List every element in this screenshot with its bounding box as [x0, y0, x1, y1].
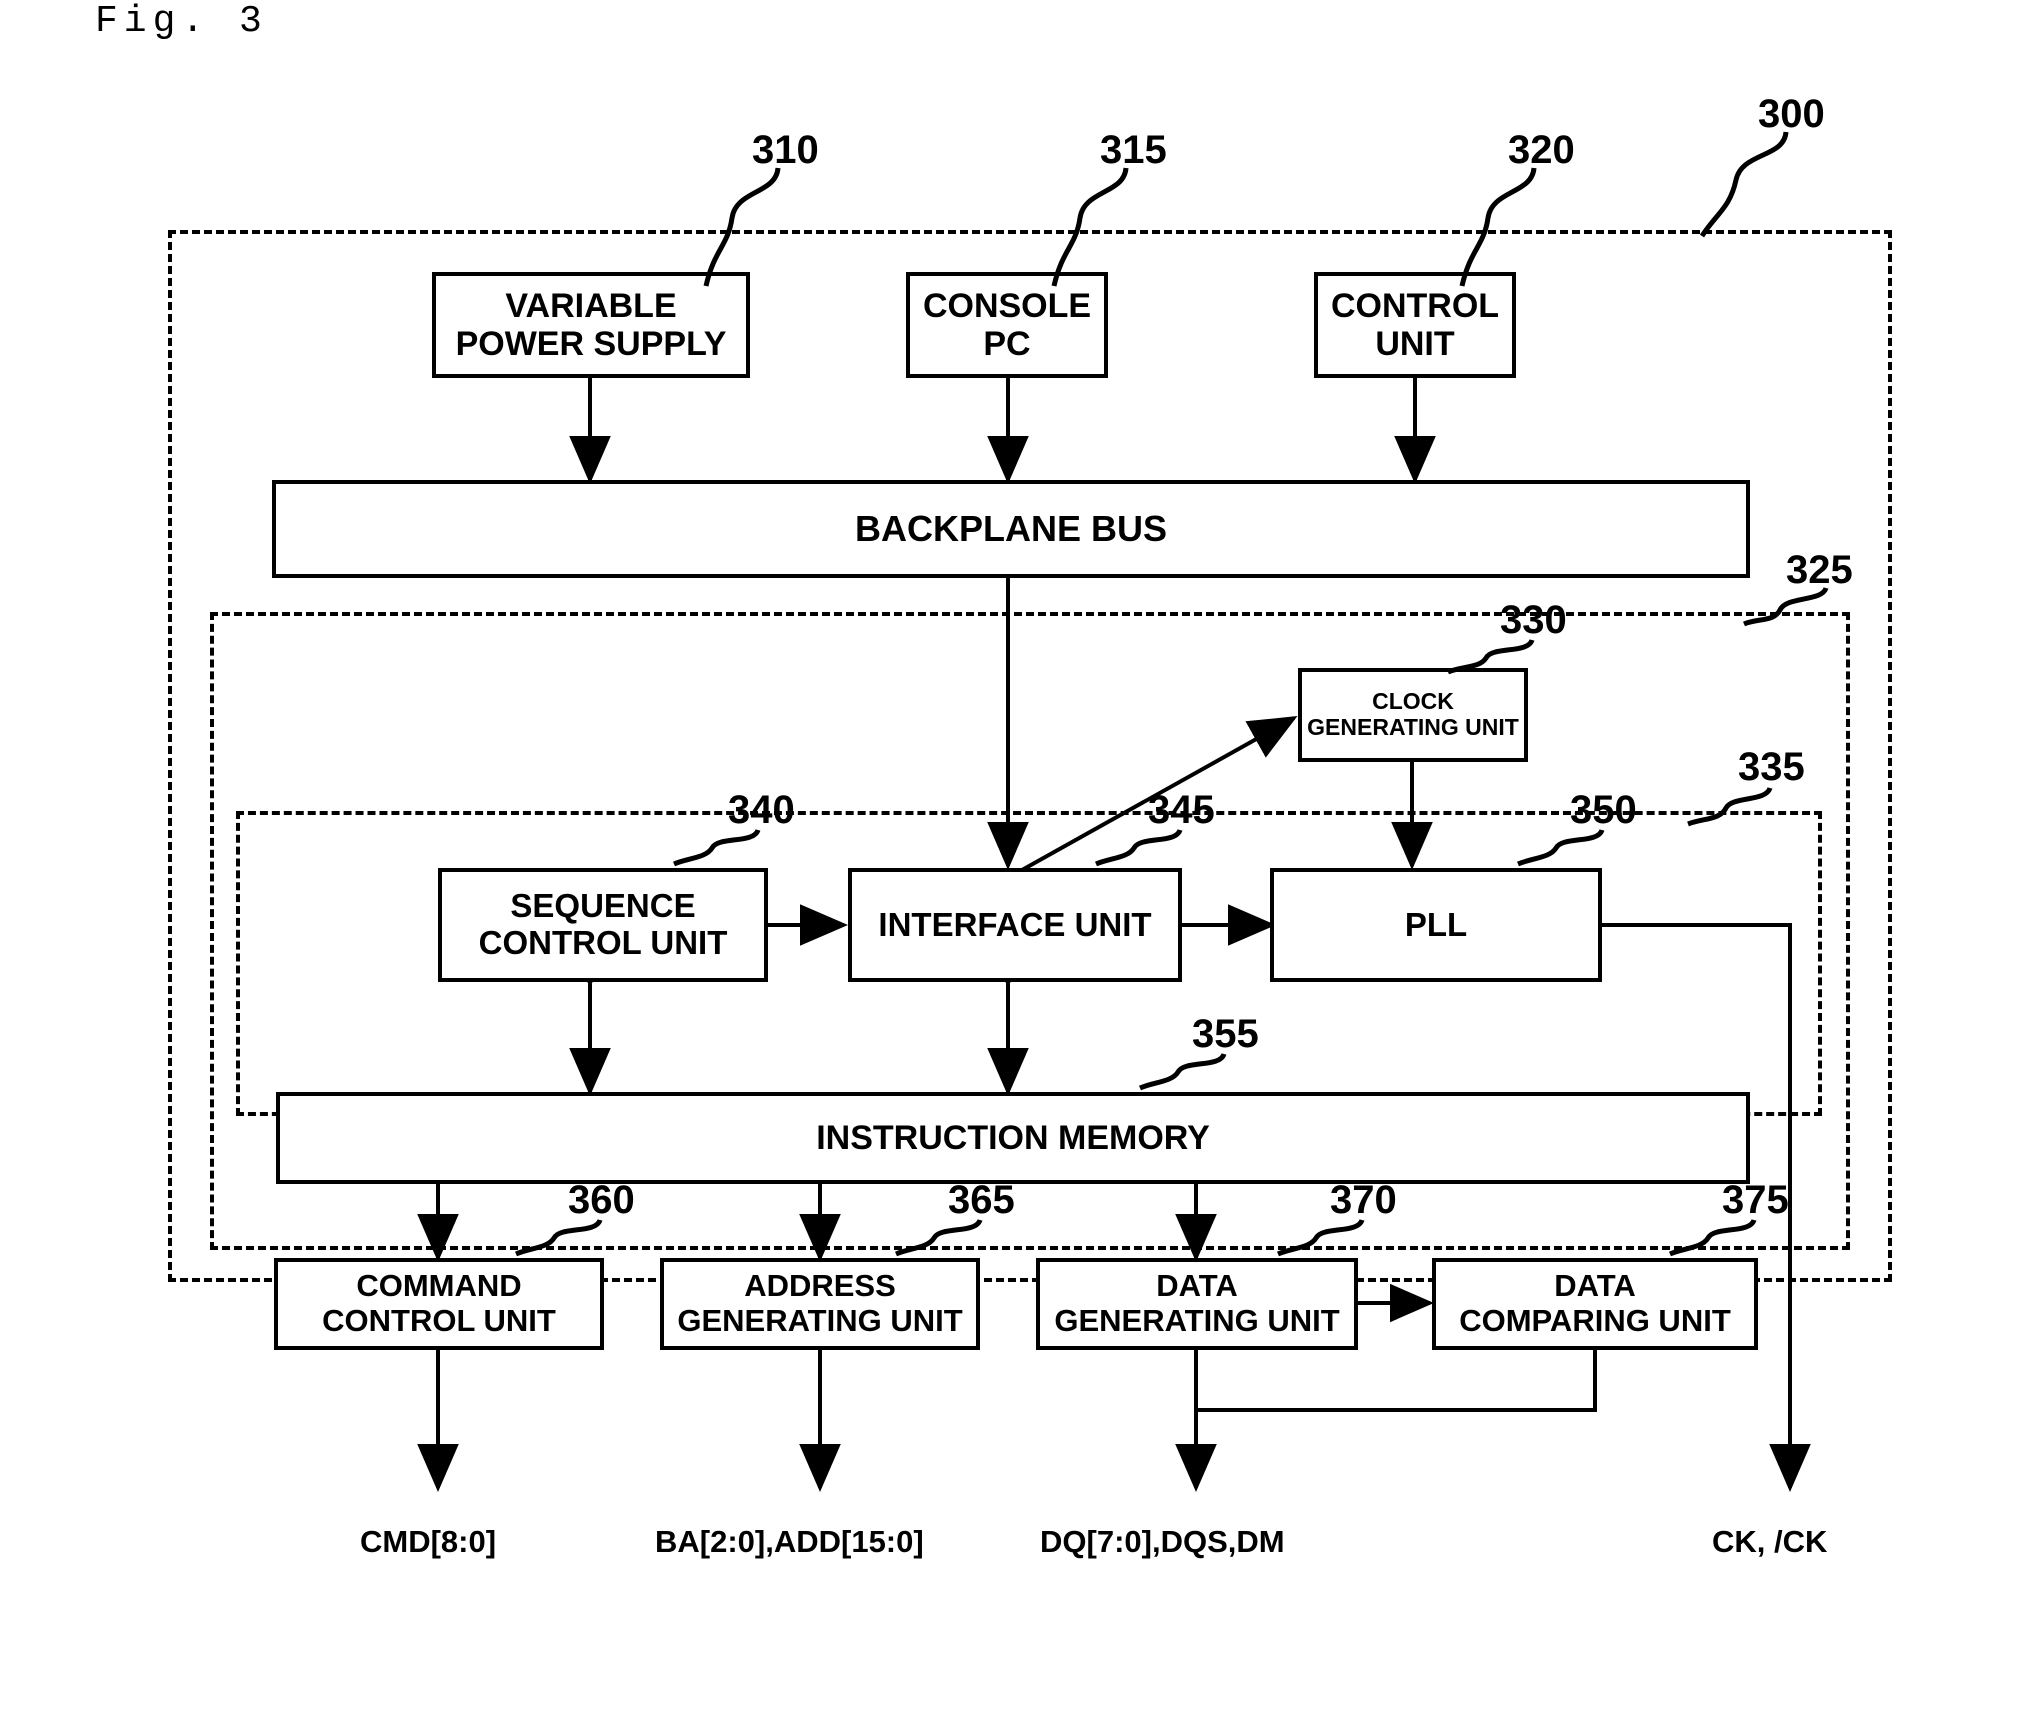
block-clock-generating-unit[interactable]: CLOCK GENERATING UNIT [1298, 668, 1528, 762]
sequence-control-unit-line1: SEQUENCE [510, 887, 696, 925]
block-command-control-unit[interactable]: COMMAND CONTROL UNIT [274, 1258, 604, 1350]
ref-number-340: 340 [728, 788, 795, 832]
leader-line-330 [1447, 638, 1535, 675]
signal-label-clock: CK, /CK [1712, 1524, 1828, 1559]
leader-line-340 [673, 828, 761, 867]
ref-number-355: 355 [1192, 1012, 1259, 1056]
data-generating-unit-line2: GENERATING UNIT [1054, 1303, 1340, 1338]
leader-line-345 [1095, 828, 1183, 867]
variable-power-supply-line2: POWER SUPPLY [455, 325, 727, 363]
address-generating-unit-line2: GENERATING UNIT [677, 1303, 963, 1338]
data-generating-unit-line1: DATA [1156, 1268, 1238, 1304]
leader-line-310 [703, 167, 781, 287]
ref-number-360: 360 [568, 1178, 635, 1222]
console-pc-line1: CONSOLE [922, 286, 1092, 325]
address-generating-unit-line1: ADDRESS [744, 1268, 896, 1304]
ref-number-320: 320 [1508, 128, 1575, 172]
block-instruction-memory[interactable]: INSTRUCTION MEMORY [276, 1092, 1750, 1184]
signal-label-cmd: CMD[8:0] [360, 1524, 497, 1559]
ref-number-375: 375 [1722, 1178, 1789, 1222]
leader-line-335 [1687, 786, 1773, 827]
leader-line-365 [895, 1218, 983, 1257]
pll-label: PLL [1404, 905, 1468, 943]
leader-line-375 [1669, 1218, 1757, 1257]
figure-canvas: Fig. 3 VARIABLE POWER SUPPLY CONSOLE PC … [0, 0, 2031, 1714]
block-interface-unit[interactable]: INTERFACE UNIT [848, 868, 1182, 982]
ref-number-350: 350 [1570, 788, 1637, 832]
leader-line-320 [1459, 167, 1537, 287]
command-control-unit-line1: COMMAND [356, 1268, 522, 1304]
block-data-generating-unit[interactable]: DATA GENERATING UNIT [1036, 1258, 1358, 1350]
connector-layer [417, 334, 1811, 1492]
ref-number-315: 315 [1100, 128, 1167, 172]
backplane-bus-label: BACKPLANE BUS [854, 507, 1167, 549]
leader-line-360 [515, 1218, 603, 1257]
clock-generating-unit-line2: GENERATING UNIT [1307, 714, 1519, 740]
leader-line-325 [1743, 586, 1829, 627]
signal-label-address: BA[2:0],ADD[15:0] [655, 1524, 924, 1559]
block-sequence-control-unit[interactable]: SEQUENCE CONTROL UNIT [438, 868, 768, 982]
leader-line-300 [1699, 131, 1789, 238]
ref-number-325: 325 [1786, 548, 1853, 592]
sequence-control-unit-line2: CONTROL UNIT [478, 924, 728, 961]
signal-label-data: DQ[7:0],DQS,DM [1040, 1524, 1285, 1559]
block-pll[interactable]: PLL [1270, 868, 1602, 982]
interface-unit-label: INTERFACE UNIT [878, 905, 1152, 943]
clock-generating-unit-line1: CLOCK [1372, 688, 1454, 715]
control-unit-line1: CONTROL [1330, 286, 1500, 325]
command-control-unit-line2: CONTROL UNIT [322, 1303, 556, 1338]
ref-number-300: 300 [1758, 92, 1825, 136]
block-address-generating-unit[interactable]: ADDRESS GENERATING UNIT [660, 1258, 980, 1350]
ref-number-335: 335 [1738, 745, 1805, 789]
block-data-comparing-unit[interactable]: DATA COMPARING UNIT [1432, 1258, 1758, 1350]
leader-line-315 [1051, 167, 1129, 287]
data-comparing-unit-line2: COMPARING UNIT [1459, 1303, 1731, 1338]
console-pc-line2: PC [983, 325, 1031, 363]
ref-number-365: 365 [948, 1178, 1015, 1222]
ref-number-310: 310 [752, 128, 819, 172]
leader-line-350 [1517, 828, 1605, 867]
ref-number-345: 345 [1148, 788, 1215, 832]
instruction-memory-label: INSTRUCTION MEMORY [816, 1118, 1210, 1157]
ref-number-370: 370 [1330, 1178, 1397, 1222]
leader-line-370 [1277, 1218, 1365, 1257]
data-comparing-unit-line1: DATA [1554, 1268, 1636, 1304]
block-backplane-bus[interactable]: BACKPLANE BUS [272, 480, 1750, 578]
leader-line-355 [1139, 1052, 1227, 1091]
ref-number-330: 330 [1500, 598, 1567, 642]
control-unit-line2: UNIT [1375, 325, 1455, 363]
variable-power-supply-line1: VARIABLE [505, 286, 677, 325]
